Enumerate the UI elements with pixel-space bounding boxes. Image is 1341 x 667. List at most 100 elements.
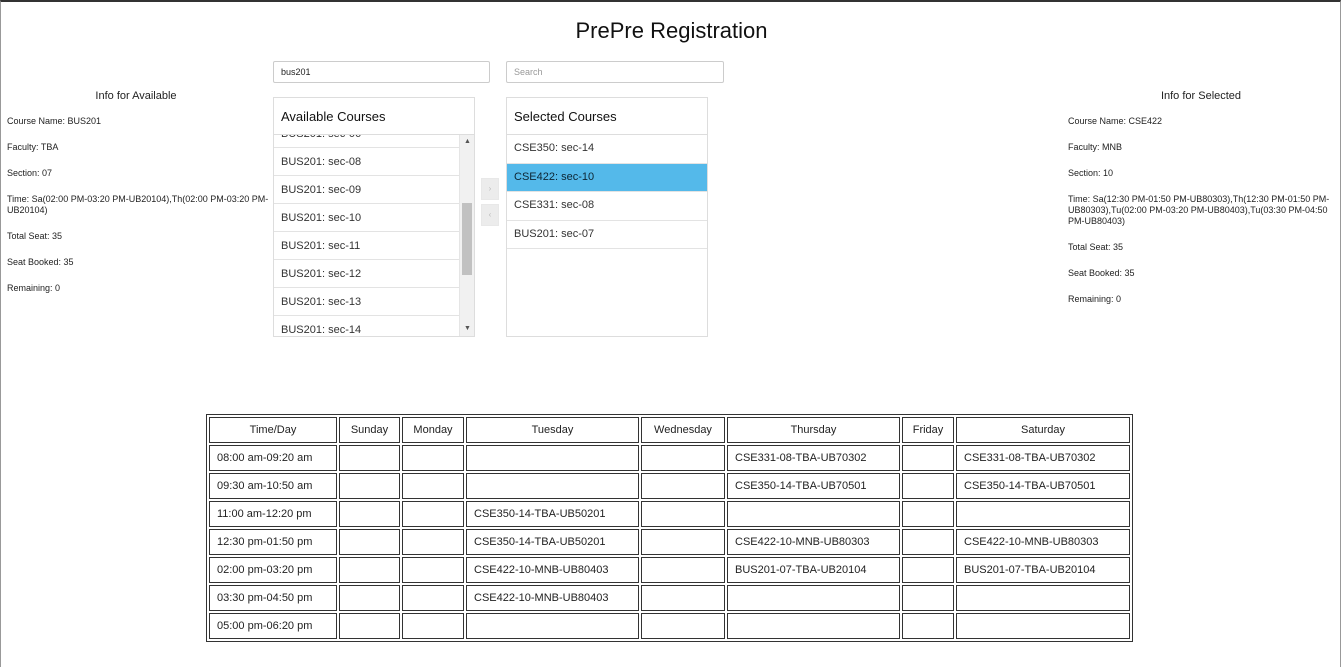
- schedule-cell: [466, 473, 639, 499]
- schedule-cell: [902, 445, 954, 471]
- schedule-cell: [402, 613, 464, 639]
- time-slot-cell: 11:00 am-12:20 pm: [209, 501, 337, 527]
- available-course-item[interactable]: BUS201: sec-12: [274, 260, 460, 288]
- schedule-header-row: Time/Day Sunday Monday Tuesday Wednesday…: [209, 417, 1130, 443]
- schedule-cell: CSE350-14-TBA-UB70501: [727, 473, 900, 499]
- schedule-cell: [402, 529, 464, 555]
- time-slot-cell: 09:30 am-10:50 am: [209, 473, 337, 499]
- table-row: 03:30 pm-04:50 pm CSE422-10-MNB-UB80403: [209, 585, 1130, 611]
- selected-course-item-active[interactable]: CSE422: sec-10: [507, 163, 707, 192]
- schedule-cell: [641, 473, 725, 499]
- info-selected-seat-booked: Seat Booked: 35: [1068, 268, 1135, 278]
- schedule-cell: [402, 501, 464, 527]
- table-row: 05:00 pm-06:20 pm: [209, 613, 1130, 639]
- schedule-cell: [339, 557, 400, 583]
- available-course-item[interactable]: BUS201: sec-06: [274, 135, 460, 148]
- selected-courses-list[interactable]: CSE350: sec-14 CSE422: sec-10 CSE331: se…: [507, 135, 707, 249]
- info-available-section: Section: 07: [7, 168, 53, 178]
- available-courses-panel: Available Courses BUS201: sec-06 BUS201:…: [273, 97, 475, 337]
- schedule-cell: [641, 445, 725, 471]
- info-selected-time: Time: Sa(12:30 PM-01:50 PM-UB80303),Th(1…: [1068, 194, 1330, 226]
- schedule-cell: CSE331-08-TBA-UB70302: [727, 445, 900, 471]
- info-selected-heading: Info for Selected: [1160, 90, 1242, 102]
- selected-course-item[interactable]: CSE331: sec-08: [507, 192, 707, 221]
- table-row: 08:00 am-09:20 am CSE331-08-TBA-UB70302 CS…: [209, 445, 1130, 471]
- available-course-item[interactable]: BUS201: sec-11: [274, 232, 460, 260]
- page-title: PrePre Registration: [575, 18, 768, 43]
- table-row: 12:30 pm-01:50 pm CSE350-14-TBA-UB50201 CS…: [209, 529, 1130, 555]
- column-header: Sunday: [339, 417, 400, 443]
- schedule-cell: CSE331-08-TBA-UB70302: [956, 445, 1130, 471]
- schedule-cell: [902, 501, 954, 527]
- table-row: 02:00 pm-03:20 pm CSE422-10-MNB-UB80403 BU…: [209, 557, 1130, 583]
- column-header: Monday: [402, 417, 464, 443]
- time-slot-cell: 12:30 pm-01:50 pm: [209, 529, 337, 555]
- selected-courses-header: Selected Courses: [507, 98, 707, 135]
- selected-courses-panel: Selected Courses CSE350: sec-14 CSE422: …: [506, 97, 708, 337]
- column-header: Wednesday: [641, 417, 725, 443]
- schedule-cell: [641, 613, 725, 639]
- schedule-cell: CSE422-10-MNB-UB80303: [956, 529, 1130, 555]
- schedule-cell: [902, 473, 954, 499]
- info-available-remaining: Remaining: 0: [7, 283, 61, 293]
- schedule-cell: [902, 529, 954, 555]
- selected-course-item[interactable]: BUS201: sec-07: [507, 221, 707, 249]
- available-course-item[interactable]: BUS201: sec-14: [274, 316, 460, 336]
- info-selected-total-seat: Total Seat: 35: [1068, 242, 1124, 252]
- schedule-cell: [902, 613, 954, 639]
- available-course-item[interactable]: BUS201: sec-09: [274, 176, 460, 204]
- remove-course-button[interactable]: ‹: [481, 204, 499, 226]
- scroll-up-arrow-icon[interactable]: ▲: [460, 135, 474, 149]
- available-courses-header: Available Courses: [274, 98, 474, 135]
- schedule-cell: CSE350-14-TBA-UB50201: [466, 501, 639, 527]
- schedule-cell: [956, 613, 1130, 639]
- info-selected-faculty: Faculty: MNB: [1068, 142, 1123, 152]
- time-slot-cell: 05:00 pm-06:20 pm: [209, 613, 337, 639]
- info-available-panel: Info for Available Course Name: BUS201 F…: [7, 91, 271, 309]
- info-available-total-seat: Total Seat: 35: [7, 231, 63, 241]
- schedule-cell: [339, 529, 400, 555]
- scroll-down-arrow-icon[interactable]: ▼: [460, 322, 474, 336]
- info-available-faculty: Faculty: TBA: [7, 142, 59, 152]
- schedule-cell: [339, 613, 400, 639]
- schedule-cell: [339, 445, 400, 471]
- schedule-cell: CSE422-10-MNB-UB80303: [727, 529, 900, 555]
- column-header: Friday: [902, 417, 954, 443]
- column-header: Time/Day: [209, 417, 337, 443]
- info-selected-course-name: Course Name: CSE422: [1068, 116, 1163, 126]
- schedule-cell: [641, 585, 725, 611]
- schedule-cell: [727, 613, 900, 639]
- time-slot-cell: 08:00 am-09:20 am: [209, 445, 337, 471]
- schedule-cell: [641, 501, 725, 527]
- selected-search-input[interactable]: [506, 61, 724, 83]
- schedule-cell: [402, 445, 464, 471]
- schedule-body: 08:00 am-09:20 am CSE331-08-TBA-UB70302 CS…: [209, 445, 1130, 639]
- schedule-cell: [727, 585, 900, 611]
- add-course-button[interactable]: ›: [481, 178, 499, 200]
- info-available-heading: Info for Available: [95, 90, 177, 102]
- schedule-cell: [902, 585, 954, 611]
- schedule-cell: [641, 557, 725, 583]
- available-list-scrollbar[interactable]: ▲ ▼: [459, 135, 474, 336]
- column-header: Saturday: [956, 417, 1130, 443]
- info-selected-remaining: Remaining: 0: [1068, 294, 1122, 304]
- info-available-course-name: Course Name: BUS201: [7, 116, 102, 126]
- time-slot-cell: 03:30 pm-04:50 pm: [209, 585, 337, 611]
- schedule-cell: [339, 585, 400, 611]
- table-row: 11:00 am-12:20 pm CSE350-14-TBA-UB50201: [209, 501, 1130, 527]
- schedule-cell: BUS201-07-TBA-UB20104: [727, 557, 900, 583]
- available-course-item[interactable]: BUS201: sec-10: [274, 204, 460, 232]
- info-available-time: Time: Sa(02:00 PM-03:20 PM-UB20104),Th(0…: [7, 194, 269, 215]
- schedule-cell: [902, 557, 954, 583]
- column-header: Tuesday: [466, 417, 639, 443]
- info-available-seat-booked: Seat Booked: 35: [7, 257, 74, 267]
- available-search-input[interactable]: [273, 61, 490, 83]
- available-courses-list[interactable]: BUS201: sec-06 BUS201: sec-08 BUS201: se…: [274, 135, 460, 336]
- available-course-item[interactable]: BUS201: sec-13: [274, 288, 460, 316]
- schedule-cell: [466, 613, 639, 639]
- selected-course-item[interactable]: CSE350: sec-14: [507, 135, 707, 164]
- scrollbar-thumb[interactable]: [462, 203, 472, 275]
- schedule-cell: [466, 445, 639, 471]
- available-course-item[interactable]: BUS201: sec-08: [274, 148, 460, 176]
- schedule-cell: [339, 501, 400, 527]
